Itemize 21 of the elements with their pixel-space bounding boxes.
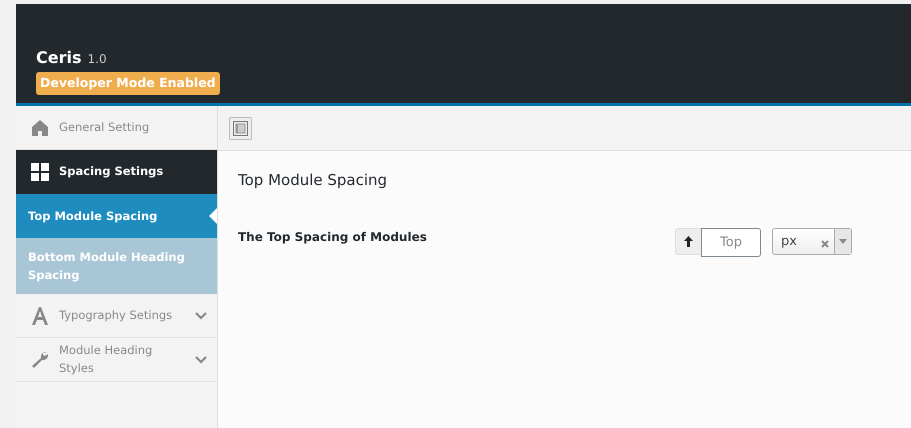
clear-icon[interactable] (821, 240, 829, 248)
unit-select[interactable]: px (772, 228, 852, 254)
sidebar-item[interactable]: Spacing Setings (16, 150, 217, 194)
sidebar-item[interactable]: Module Heading Styles (16, 338, 217, 382)
field-label: The Top Spacing of Modules (238, 228, 428, 246)
grid-icon (30, 162, 50, 182)
submenu-item[interactable]: Bottom Module Heading Spacing (16, 238, 217, 294)
section-title: Top Module Spacing (238, 170, 388, 191)
mode-badge: Developer Mode Enabled (36, 72, 220, 95)
home-icon (30, 118, 50, 138)
spacing-input[interactable]: Top (701, 228, 761, 256)
caret-icon (839, 238, 847, 244)
letter-icon (30, 306, 50, 326)
layout-button[interactable] (229, 116, 252, 140)
arrow-up-icon (684, 236, 693, 246)
app-title: Ceris (36, 48, 82, 67)
version-label: 1.0 (88, 52, 107, 66)
layout-icon (233, 120, 248, 136)
sidebar-item[interactable]: Typography Setings (16, 294, 217, 338)
wrench-icon (30, 350, 50, 370)
submenu-item[interactable]: Top Module Spacing (16, 194, 217, 238)
